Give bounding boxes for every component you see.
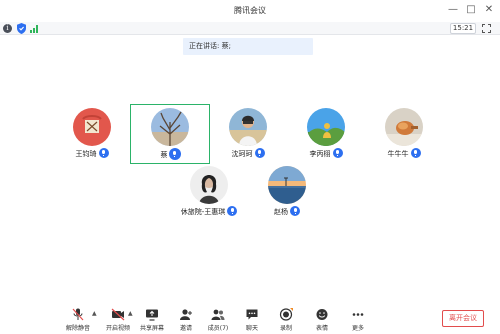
avatar (190, 166, 228, 204)
record-icon (279, 308, 293, 321)
participant-name: 牛牛牛 (364, 148, 444, 159)
audio-options-caret-icon[interactable]: ▲ (92, 310, 97, 317)
speaking-indicator: 正在讲话: 蔡; (183, 38, 313, 55)
more-label: 更多 (351, 325, 364, 332)
microphone-muted-icon (72, 308, 84, 321)
avatar (151, 108, 189, 146)
chat-icon (246, 309, 258, 320)
participant-name: 赵杨 (247, 206, 327, 217)
microphone-icon (227, 206, 238, 216)
participant-tile[interactable]: 王钧琦 (52, 104, 132, 164)
meeting-info-icon[interactable]: i (3, 24, 12, 33)
avatar (307, 108, 345, 146)
unmute-label: 解除静音 (65, 325, 90, 332)
microphone-icon (254, 148, 265, 158)
meeting-status-bar: i 15:21 (0, 22, 500, 35)
security-shield-icon[interactable] (17, 23, 26, 34)
more-dots-icon (352, 313, 364, 316)
participant-tile[interactable]: 休旅院-王惠琪 (169, 162, 249, 222)
leave-meeting-button[interactable]: 离开会议 (442, 310, 484, 327)
avatar (268, 166, 306, 204)
network-signal-icon[interactable] (30, 25, 40, 33)
participant-tile[interactable]: 牛牛牛 (364, 104, 444, 164)
participant-name: 休旅院-王惠琪 (169, 206, 249, 217)
microphone-speaking-icon (169, 149, 180, 159)
microphone-icon (98, 148, 109, 158)
share-screen-icon (146, 309, 158, 321)
record-button[interactable]: 录制 (266, 306, 306, 334)
invite-person-icon (180, 309, 192, 320)
more-button[interactable]: 更多 (338, 306, 378, 334)
participant-tile[interactable]: 李丙栩 (286, 104, 366, 164)
participant-name: 李丙栩 (286, 148, 366, 159)
avatar (73, 108, 111, 146)
microphone-icon (410, 148, 421, 158)
window-title: 腾讯会议 (234, 6, 266, 15)
microphone-icon (332, 148, 343, 158)
participant-name: 沈珂珂 (208, 148, 288, 159)
avatar (385, 108, 423, 146)
meeting-timer: 15:21 (450, 23, 476, 34)
fullscreen-icon[interactable] (482, 24, 491, 33)
emoji-icon (316, 309, 328, 320)
members-icon (211, 309, 225, 320)
reaction-label: 表情 (315, 325, 328, 332)
reaction-button[interactable]: 表情 (302, 306, 342, 334)
participant-tile[interactable]: 赵杨 (247, 162, 327, 222)
close-icon[interactable]: ✕ (482, 3, 496, 17)
participant-name: 王钧琦 (52, 148, 132, 159)
participant-tile[interactable]: 沈珂珂 (208, 104, 288, 164)
record-label: 录制 (279, 325, 292, 332)
video-off-icon (111, 308, 125, 321)
participant-tile-active[interactable]: 蔡 (130, 104, 210, 164)
avatar (229, 108, 267, 146)
minimize-icon[interactable]: — (446, 3, 460, 17)
participant-name: 蔡 (131, 149, 209, 160)
meeting-toolbar: 解除静音 ▲ 开启视频 ▲ 共享屏幕 邀请 成员(7) 聊天 录制 表情 更多 (0, 306, 500, 334)
maximize-icon[interactable]: □ (464, 3, 478, 17)
title-bar: 腾讯会议 — □ ✕ (0, 0, 500, 22)
microphone-icon (290, 206, 300, 216)
